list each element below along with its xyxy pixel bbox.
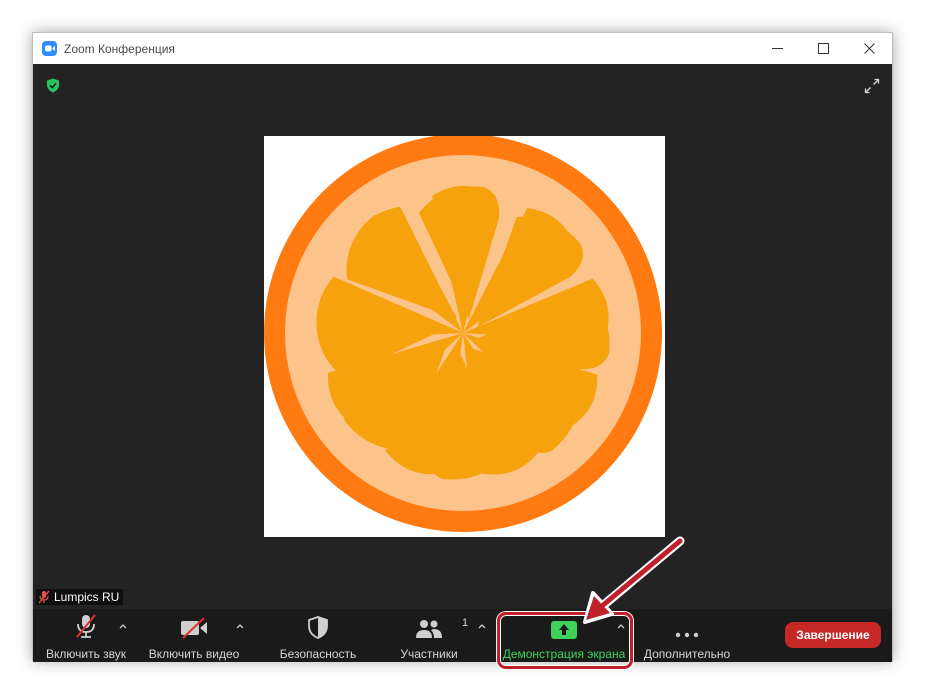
more-button[interactable]: Дополнительно (639, 609, 735, 662)
end-meeting-button[interactable]: Завершение (785, 622, 881, 648)
shield-icon (308, 616, 328, 639)
orange-slice-image (264, 134, 662, 532)
participants-count: 1 (462, 617, 469, 629)
muted-microphone-icon (38, 590, 50, 604)
fullscreen-icon[interactable] (864, 78, 880, 99)
share-screen-arrow-icon (551, 621, 577, 639)
crossed-video-icon (181, 617, 207, 639)
share-options-caret-icon[interactable] (616, 621, 626, 631)
video-area: Lumpics RU (33, 64, 892, 609)
participants-button[interactable]: 1 Участники (385, 609, 473, 662)
shared-screen-content (264, 134, 665, 537)
zoom-window: Zoom Конференция Lumpics RU Включить зву… (32, 32, 893, 669)
security-label: Безопасность (279, 647, 357, 661)
video-options-caret-icon[interactable] (235, 621, 245, 631)
unmute-button[interactable]: Включить звук (41, 609, 131, 662)
muted-microphone-icon (76, 614, 96, 638)
window-title: Zoom Конференция (64, 41, 175, 56)
minimize-button[interactable] (754, 33, 800, 64)
ellipsis-icon (675, 632, 699, 638)
security-button[interactable]: Безопасность (273, 609, 363, 662)
close-button[interactable] (846, 33, 892, 64)
start-video-button[interactable]: Включить видео (146, 609, 242, 662)
zoom-app-icon (42, 41, 57, 56)
maximize-icon (817, 43, 829, 54)
share-screen-button[interactable]: Демонстрация экрана (499, 609, 629, 662)
participant-name: Lumpics RU (54, 590, 120, 604)
participants-options-caret-icon[interactable] (477, 621, 487, 631)
meeting-toolbar: Включить звук Включить видео Безопасност… (33, 609, 892, 669)
participant-name-tag: Lumpics RU (36, 589, 124, 605)
maximize-button[interactable] (800, 33, 846, 64)
start-video-label: Включить видео (148, 647, 240, 661)
people-icon (416, 620, 442, 638)
minimize-icon (771, 48, 783, 49)
more-label: Дополнительно (643, 647, 731, 661)
audio-options-caret-icon[interactable] (118, 621, 128, 631)
window-controls (754, 33, 892, 64)
share-screen-label: Демонстрация экрана (502, 647, 626, 661)
unmute-label: Включить звук (45, 647, 127, 661)
encryption-shield-icon[interactable] (46, 78, 60, 98)
close-icon (863, 43, 875, 54)
participants-label: Участники (400, 647, 458, 661)
title-bar: Zoom Конференция (33, 33, 892, 64)
